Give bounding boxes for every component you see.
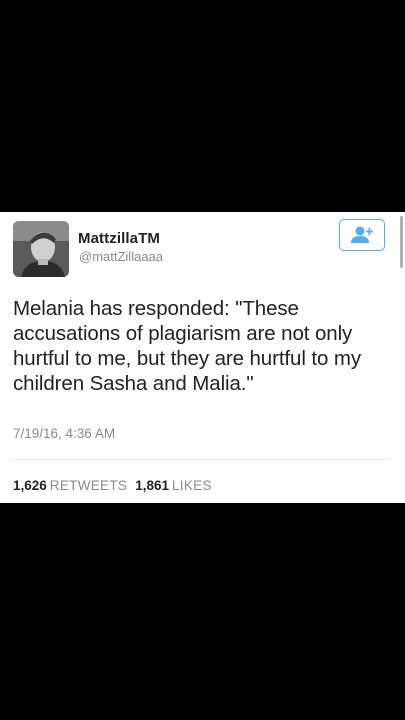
tweet-stats: 1,626 RETWEETS 1,861 LIKES <box>13 478 212 493</box>
author-display-name[interactable]: MattzillaTM <box>78 230 160 247</box>
tweet-card: MattzillaTM @mattZillaaaa Melania has re… <box>0 212 405 503</box>
screenshot-page: MattzillaTM @mattZillaaaa Melania has re… <box>0 0 405 720</box>
add-user-icon <box>351 226 373 243</box>
author-handle[interactable]: @mattZillaaaa <box>79 249 163 264</box>
follow-button[interactable] <box>339 219 385 251</box>
likes-label: LIKES <box>172 478 212 493</box>
retweets-stat[interactable]: 1,626 RETWEETS <box>13 478 127 493</box>
likes-stat[interactable]: 1,861 LIKES <box>135 478 212 493</box>
avatar[interactable] <box>13 221 69 277</box>
retweets-count: 1,626 <box>13 478 47 493</box>
tweet-text: Melania has responded: "These accusation… <box>13 297 361 395</box>
avatar-photo-icon <box>13 221 69 277</box>
retweets-label: RETWEETS <box>49 478 128 493</box>
scroll-indicator[interactable] <box>400 216 403 268</box>
divider <box>13 459 390 460</box>
tweet-timestamp[interactable]: 7/19/16, 4:36 AM <box>13 426 115 441</box>
likes-count: 1,861 <box>135 478 169 493</box>
